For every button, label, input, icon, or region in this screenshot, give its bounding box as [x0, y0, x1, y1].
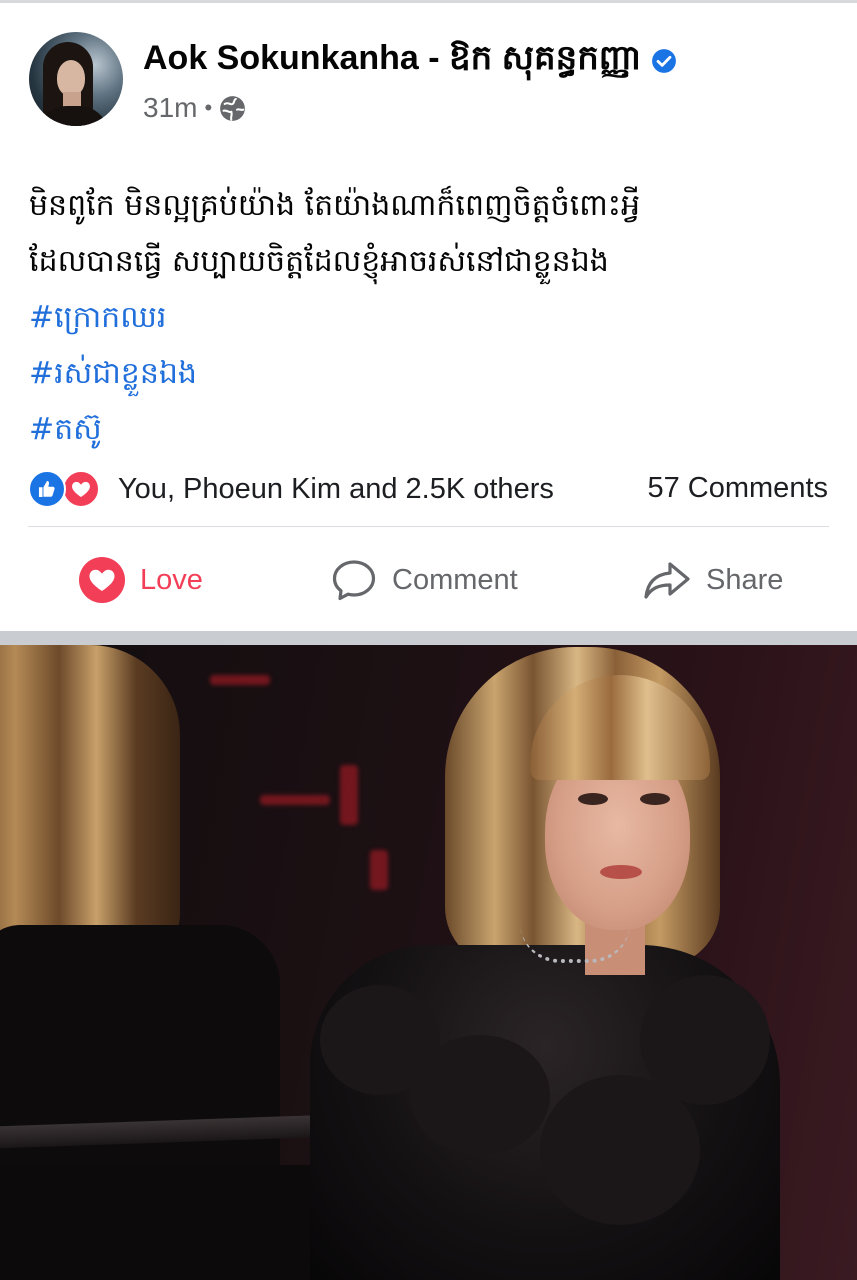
top-divider [0, 0, 857, 3]
globe-icon [220, 95, 246, 121]
share-button[interactable]: Share [642, 553, 783, 607]
post-timestamp[interactable]: 31m [143, 92, 197, 124]
heart-icon [79, 557, 125, 603]
section-separator [0, 631, 857, 645]
author-avatar[interactable] [29, 32, 123, 126]
share-arrow-icon [644, 562, 690, 599]
actions-divider [28, 526, 829, 527]
like-reaction-icon [28, 470, 66, 508]
love-reaction-icon [62, 470, 100, 508]
post-text: មិនពូកែ មិនល្អគ្រប់យ៉ាង តែយ៉ាងណាក៏ពេញចិត… [29, 178, 839, 458]
love-button[interactable]: Love [78, 553, 203, 607]
facebook-post-view: Aok Sokunkanha - ឱក សុគន្ធកញ្ញា 31m • មិ… [0, 0, 857, 1280]
reactions-text: You, Phoeun Kim and 2.5K others [118, 472, 554, 505]
verified-icon [652, 49, 677, 73]
love-label: Love [140, 563, 203, 596]
meta-separator: • [204, 95, 213, 120]
post-photo[interactable] [0, 645, 857, 1280]
hashtag-link[interactable]: #តស៊ូ [29, 402, 839, 458]
hashtag-link[interactable]: #រស់ជាខ្លួនឯង [29, 346, 839, 402]
share-label: Share [706, 563, 784, 596]
reactions-summary[interactable]: You, Phoeun Kim and 2.5K others [28, 470, 554, 508]
post-text-line: ដែលបានធ្វើ សប្បាយចិត្តដែលខ្ញុំអាចរស់នៅជា… [29, 244, 609, 279]
hashtag-link[interactable]: #ក្រោកឈរ [29, 290, 839, 346]
comments-count[interactable]: 57 Comments [647, 472, 828, 505]
reaction-icons [28, 470, 108, 508]
comment-button[interactable]: Comment [330, 553, 518, 607]
post-meta: 31m • [143, 92, 246, 124]
comment-bubble-icon [332, 560, 376, 601]
comment-label: Comment [392, 563, 518, 596]
post-text-line: មិនពូកែ មិនល្អគ្រប់យ៉ាង តែយ៉ាងណាក៏ពេញចិត… [29, 188, 641, 223]
author-name[interactable]: Aok Sokunkanha - ឱក សុគន្ធកញ្ញា [143, 36, 641, 86]
author-row: Aok Sokunkanha - ឱក សុគន្ធកញ្ញា [143, 36, 677, 86]
